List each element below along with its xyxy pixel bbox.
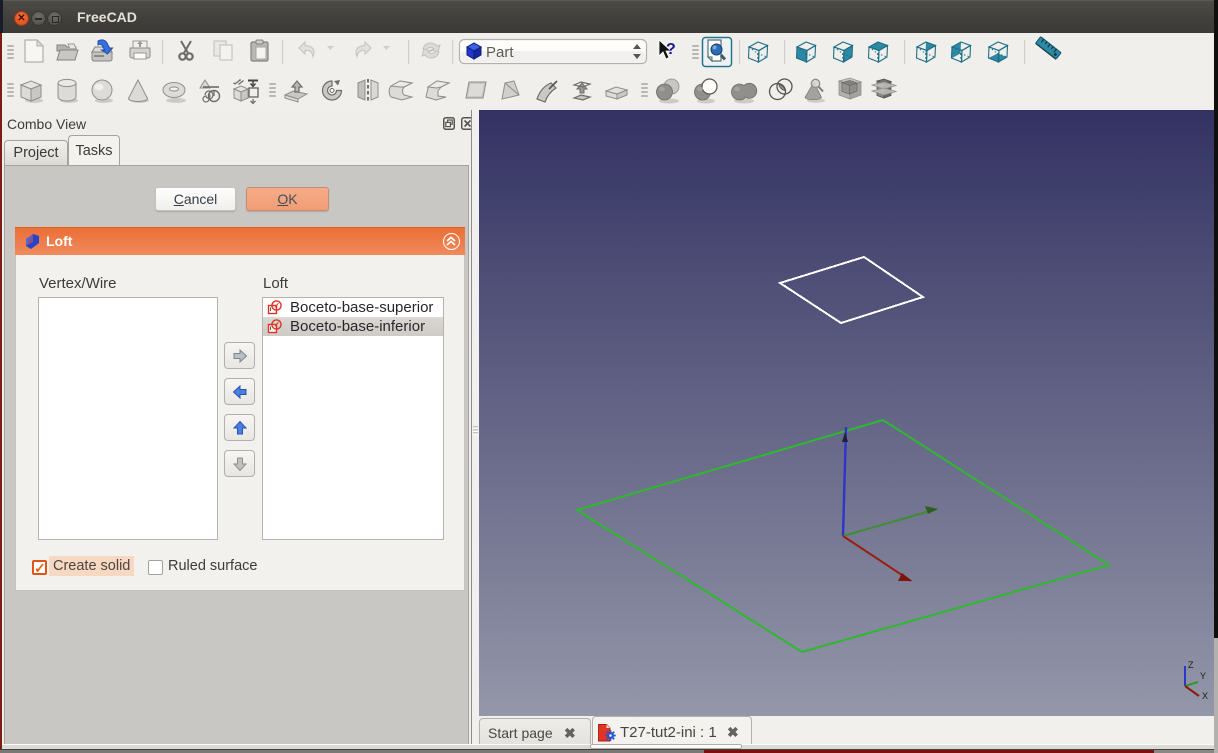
- svg-text:Z: Z: [1188, 660, 1194, 670]
- svg-text:Part: Part: [486, 44, 514, 61]
- svg-text:X: X: [1202, 691, 1208, 701]
- svg-text:?: ?: [666, 41, 676, 58]
- svg-text:Y: Y: [1200, 671, 1206, 681]
